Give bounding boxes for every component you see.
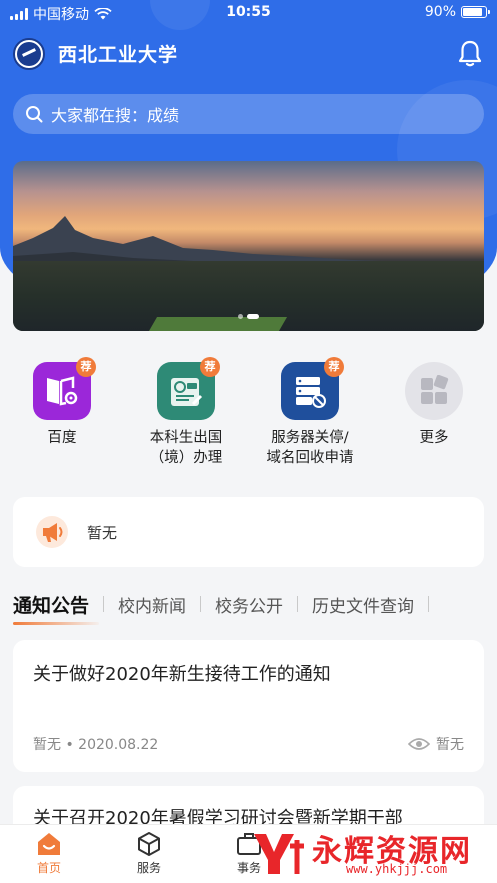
recommend-badge: 荐 <box>324 357 344 377</box>
service-label: 本科生出国 （境）办理 <box>149 430 223 466</box>
recommend-badge: 荐 <box>76 357 96 377</box>
active-tab-indicator <box>13 622 99 625</box>
tabbar-home[interactable]: 首页 <box>14 831 84 876</box>
battery-icon <box>461 6 490 18</box>
article-views: 暂无 <box>408 734 464 754</box>
carousel-indicator <box>13 314 484 319</box>
grid-more-icon <box>405 362 463 420</box>
article-title: 关于做好2020年新生接待工作的通知 <box>33 664 331 685</box>
search-bar[interactable]: 大家都在搜：成绩 <box>13 94 484 134</box>
server-stop-icon: 荐 <box>281 357 344 420</box>
home-icon <box>38 833 60 855</box>
announcement-bar[interactable]: 暂无 <box>13 497 484 567</box>
tab-history-files[interactable]: 历史文件查询 <box>312 592 414 617</box>
university-logo <box>13 38 45 70</box>
app-header: 西北工业大学 <box>0 34 497 74</box>
clock: 10:55 <box>226 4 271 20</box>
watermark-logo <box>254 834 304 874</box>
service-baidu[interactable]: 荐 百度 <box>0 357 124 448</box>
cube-icon <box>138 832 160 856</box>
document-form-icon: 荐 <box>157 357 220 420</box>
status-bar: 中国移动 10:55 90% <box>0 0 497 26</box>
banner-carousel[interactable] <box>13 161 484 331</box>
news-tabs: 通知公告 校内新闻 校务公开 历史文件查询 <box>13 584 497 624</box>
tab-notices[interactable]: 通知公告 <box>13 591 89 618</box>
article-card[interactable]: 关于做好2020年新生接待工作的通知 暂无 • 2020.08.22 暂无 <box>13 640 484 772</box>
page-title: 西北工业大学 <box>58 44 179 66</box>
watermark: 永辉资源网 www.yhkjjj.com <box>250 824 490 880</box>
service-server-shutdown[interactable]: 荐 服务器关停/ 域名回收申请 <box>248 357 372 468</box>
search-icon <box>26 106 43 123</box>
eye-icon <box>408 738 430 750</box>
service-label: 服务器关停/ 域名回收申请 <box>266 430 354 466</box>
megaphone-icon <box>36 516 68 548</box>
service-grid: 荐 百度 荐 本科生出国 （境）办理 荐 服务器关停/ 域名回收申请 更多 <box>0 357 497 472</box>
battery-percent: 90% <box>424 4 456 20</box>
watermark-url: www.yhkjjj.com <box>346 862 448 876</box>
service-label: 更多 <box>419 430 449 446</box>
service-study-abroad[interactable]: 荐 本科生出国 （境）办理 <box>124 357 248 468</box>
tab-campus-news[interactable]: 校内新闻 <box>118 592 186 617</box>
service-label: 百度 <box>47 430 77 446</box>
recommend-badge: 荐 <box>200 357 220 377</box>
book-gear-icon: 荐 <box>33 357 96 420</box>
tab-school-affairs[interactable]: 校务公开 <box>215 592 283 617</box>
article-meta: 暂无 • 2020.08.22 <box>33 737 159 753</box>
announcement-text: 暂无 <box>87 523 118 542</box>
bell-icon[interactable] <box>457 39 483 67</box>
search-placeholder: 大家都在搜：成绩 <box>51 106 180 125</box>
tabbar-services[interactable]: 服务 <box>114 831 184 876</box>
service-more[interactable]: 更多 <box>372 362 496 448</box>
